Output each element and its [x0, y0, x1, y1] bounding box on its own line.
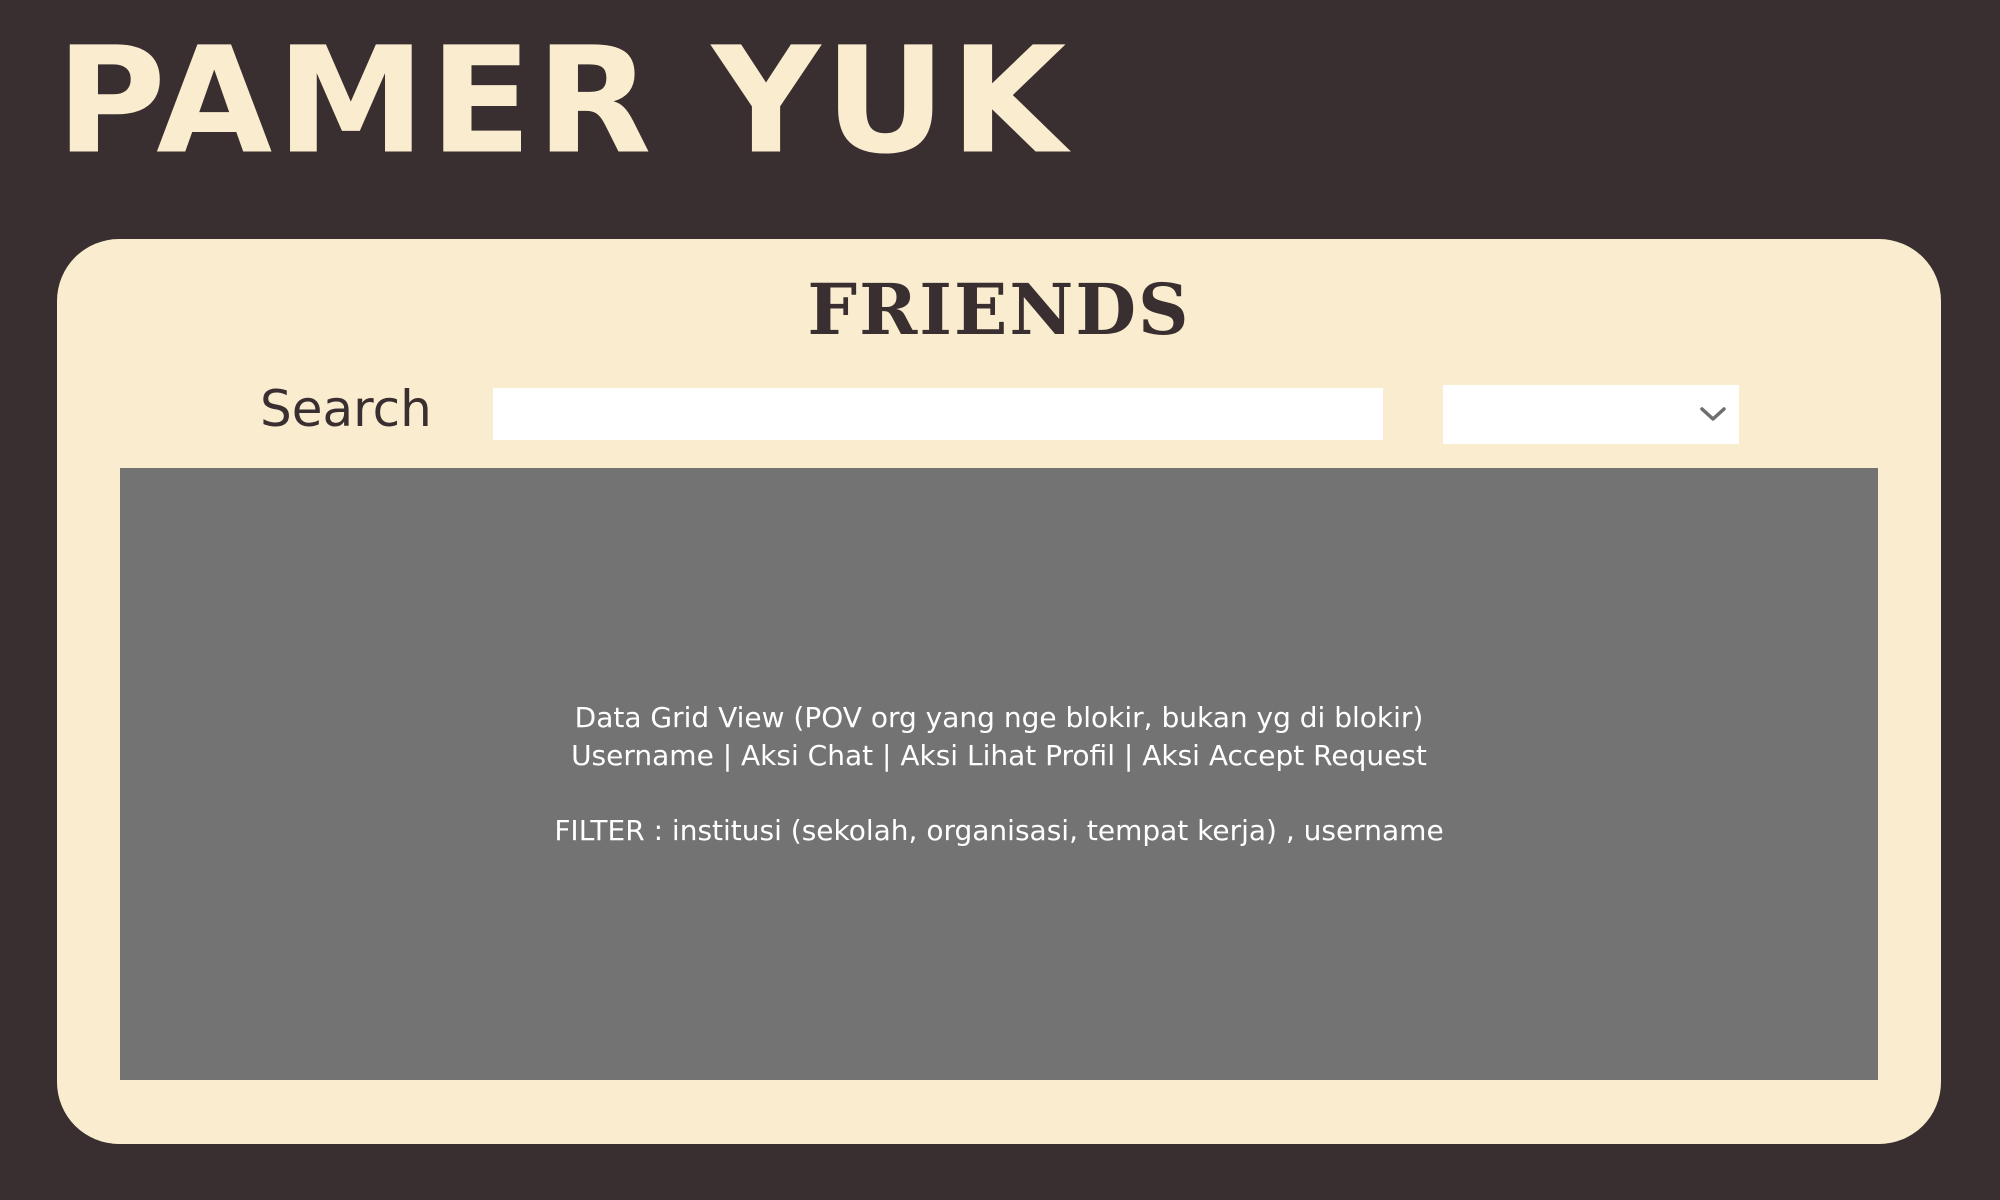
chevron-down-icon — [1700, 407, 1726, 421]
friends-data-grid[interactable]: Data Grid View (POV org yang nge blokir,… — [120, 468, 1878, 1080]
grid-placeholder-filter: FILTER : institusi (sekolah, organisasi,… — [554, 814, 1444, 847]
grid-placeholder-title: Data Grid View (POV org yang nge blokir,… — [574, 701, 1424, 734]
app-logo: PAMER YUK — [56, 16, 1071, 187]
page-title: FRIENDS — [807, 268, 1191, 351]
search-input[interactable] — [493, 388, 1383, 440]
friends-panel: FRIENDS Search Data Grid View (POV org y… — [57, 239, 1941, 1144]
search-label: Search — [260, 380, 432, 438]
filter-dropdown[interactable] — [1443, 385, 1739, 444]
grid-placeholder-columns: Username | Aksi Chat | Aksi Lihat Profil… — [571, 739, 1427, 772]
